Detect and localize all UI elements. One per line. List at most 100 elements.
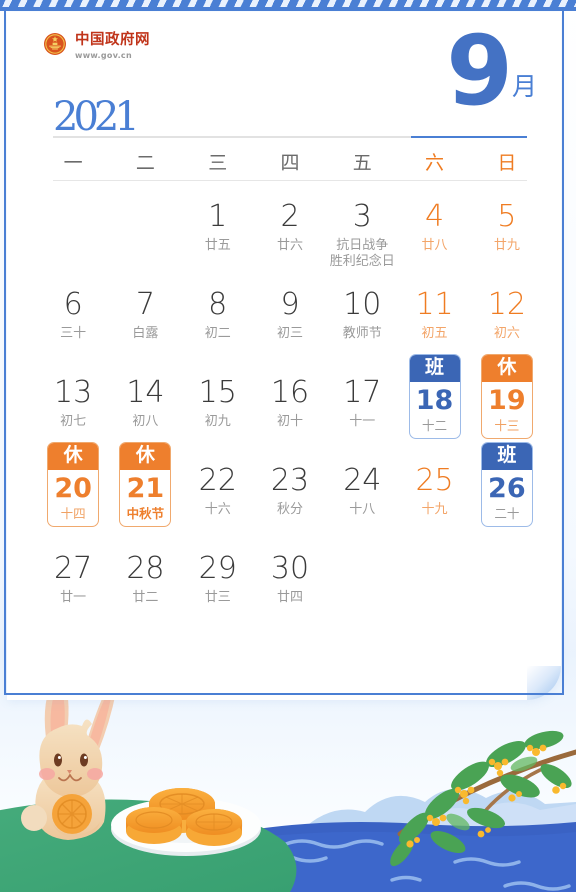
weekday-header-row: 一二三四五六日	[37, 142, 543, 183]
badge-lunar-label: 十三	[494, 417, 520, 433]
day-number: 22	[198, 463, 237, 498]
badge-label: 休	[48, 443, 99, 470]
day-lunar-label: 初二	[204, 326, 231, 341]
day-number: 23	[270, 463, 310, 498]
calendar-day-4[interactable]: 4 廿八	[398, 194, 470, 282]
day-number: 3	[352, 199, 372, 234]
day-lunar-label: 十九	[421, 502, 448, 517]
month-char: 月	[511, 71, 537, 101]
calendar-day-3[interactable]: 3 抗日战争 胜利纪念日	[326, 194, 398, 282]
calendar-day-2[interactable]: 2 廿六	[254, 194, 326, 282]
day-lunar-label: 廿三	[204, 590, 231, 605]
weekday-5: 五	[352, 152, 372, 174]
day-lunar-label: 初七	[60, 414, 87, 429]
day-lunar-label: 廿四	[276, 590, 303, 605]
calendar-day-21[interactable]: 21中秋节休21中秋节	[109, 442, 181, 546]
day-lunar-label: 初三	[276, 326, 303, 341]
day-number: 12	[487, 287, 526, 322]
weekday-3: 三	[208, 152, 228, 174]
badge-label: 休	[481, 355, 532, 382]
calendar-day-16[interactable]: 16 初十	[254, 370, 326, 458]
day-badge-rest[interactable]: 休 19 十三	[480, 354, 533, 440]
day-lunar-label: 廿八	[421, 238, 448, 253]
calendar-day-10[interactable]: 10 教师节	[326, 282, 398, 370]
badge-lunar-label: 十二	[422, 417, 448, 433]
day-number: 16	[270, 375, 310, 410]
day-number: 1	[208, 199, 228, 234]
day-number: 11	[415, 287, 454, 322]
calendar-cell-empty	[471, 546, 543, 634]
weekday-divider	[53, 180, 527, 181]
badge-lunar-label: 中秋节	[126, 505, 165, 521]
badge-day-number: 18	[415, 384, 454, 416]
day-lunar-label: 廿六	[276, 238, 303, 253]
calendar-day-7[interactable]: 7 白露	[109, 282, 181, 370]
calendar-day-29[interactable]: 29 廿三	[182, 546, 254, 634]
badge-lunar-label: 十四	[60, 505, 86, 521]
day-number: 28	[126, 551, 165, 586]
day-number: 9	[280, 287, 300, 322]
day-badge-rest[interactable]: 休 20 十四	[47, 442, 100, 528]
weekday-1: 一	[63, 152, 83, 174]
calendar-cell-empty	[398, 546, 470, 634]
calendar-day-20[interactable]: 20十四休20十四	[37, 442, 109, 546]
day-number: 13	[54, 375, 93, 410]
day-badge-rest[interactable]: 休 21 中秋节	[119, 442, 172, 528]
day-lunar-label: 白露	[132, 326, 159, 341]
day-lunar-label: 教师节	[342, 326, 382, 341]
day-number: 8	[208, 287, 228, 322]
calendar-cell-empty	[37, 194, 109, 282]
day-number: 29	[198, 551, 237, 586]
day-lunar-label: 十八	[349, 502, 376, 517]
weekday-2: 二	[135, 152, 155, 174]
calendar-day-27[interactable]: 27 廿一	[37, 546, 109, 634]
day-number: 24	[343, 463, 382, 498]
day-lunar-label: 初九	[204, 414, 231, 429]
calendar-day-22[interactable]: 22 十六	[182, 458, 254, 546]
calendar-day-18[interactable]: 18十二班18十二	[398, 354, 470, 458]
gov-logo[interactable]: 中国政府网 www.gov.cn	[43, 32, 150, 60]
day-number: 2	[280, 199, 300, 234]
day-number: 15	[198, 375, 237, 410]
day-number: 17	[343, 375, 382, 410]
day-badge-work[interactable]: 班 18 十二	[408, 354, 461, 440]
day-lunar-label: 廿九	[493, 238, 520, 253]
calendar-day-26[interactable]: 26二十班26二十	[471, 442, 543, 546]
calendar-day-17[interactable]: 17 十一	[326, 370, 398, 458]
calendar-card: 中国政府网 www.gov.cn 2021 9 月 一二三四五六日 1 廿五 2 廿六…	[7, 12, 561, 700]
calendar-cell-empty	[326, 546, 398, 634]
china-national-emblem-icon	[43, 32, 67, 56]
calendar-day-23[interactable]: 23 秋分	[254, 458, 326, 546]
header-divider-accent	[411, 136, 527, 138]
calendar-day-5[interactable]: 5 廿九	[471, 194, 543, 282]
calendar-day-25[interactable]: 25 十九	[398, 458, 470, 546]
month-display: 9 月	[446, 23, 537, 118]
day-number: 4	[425, 199, 445, 234]
calendar-day-1[interactable]: 1 廿五	[182, 194, 254, 282]
calendar-grid: 1 廿五 2 廿六 3 抗日战争 胜利纪念日 4 廿八 5 廿九 6 三十 7 白露 8 初二 9 初三 10 教师节 1…	[37, 194, 543, 634]
calendar-day-9[interactable]: 9 初三	[254, 282, 326, 370]
calendar-day-6[interactable]: 6 三十	[37, 282, 109, 370]
calendar-day-8[interactable]: 8 初二	[182, 282, 254, 370]
calendar-day-15[interactable]: 15 初九	[182, 370, 254, 458]
day-number: 7	[135, 287, 155, 322]
calendar-day-28[interactable]: 28 廿二	[109, 546, 181, 634]
badge-day-number: 20	[54, 472, 92, 504]
day-lunar-label: 抗日战争 胜利纪念日	[329, 238, 395, 270]
calendar-cell-empty	[109, 194, 181, 282]
day-number: 27	[54, 551, 93, 586]
badge-label: 班	[409, 355, 460, 382]
weekday-7: 日	[497, 152, 517, 174]
day-lunar-label: 十六	[204, 502, 231, 517]
day-badge-work[interactable]: 班 26 二十	[480, 442, 533, 528]
calendar-day-24[interactable]: 24 十八	[326, 458, 398, 546]
day-lunar-label: 初五	[421, 326, 448, 341]
gov-logo-name: 中国政府网	[75, 32, 150, 48]
badge-label: 班	[481, 443, 532, 470]
gov-logo-url: www.gov.cn	[75, 50, 132, 60]
day-number: 25	[415, 463, 454, 498]
calendar-day-30[interactable]: 30 廿四	[254, 546, 326, 634]
badge-day-number: 19	[488, 384, 526, 416]
day-number: 14	[126, 375, 165, 410]
weekday-4: 四	[280, 152, 300, 174]
